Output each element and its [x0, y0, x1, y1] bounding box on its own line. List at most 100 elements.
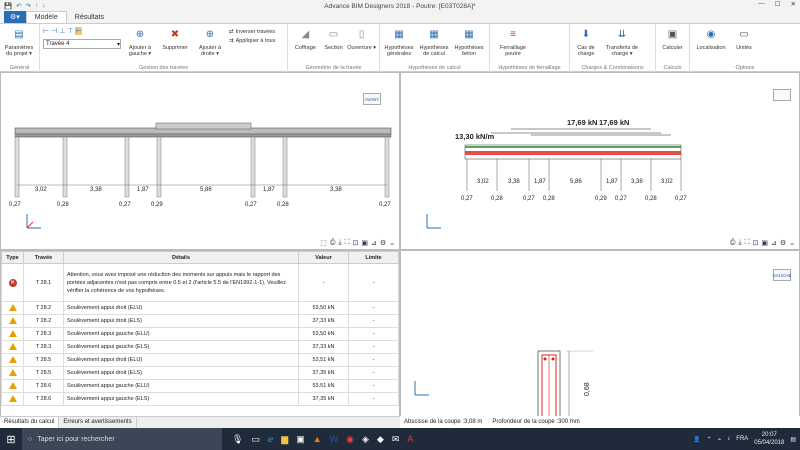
view-3d-pane[interactable]: AVANT 0,27 0,28 0,27 0,29 0,27 0,28 0,27 3,02 3…: [0, 72, 400, 250]
zoom-fit-icon[interactable]: ⛶: [345, 239, 350, 247]
col-header-limite[interactable]: Limite: [348, 251, 399, 264]
close-button[interactable]: ✕: [791, 0, 796, 8]
minimize-button[interactable]: —: [758, 0, 765, 8]
language-indicator[interactable]: FRA: [736, 436, 748, 442]
app-icon[interactable]: ◈: [362, 434, 369, 445]
network-icon[interactable]: ⌁: [718, 436, 722, 443]
view-mode-icon[interactable]: ▣: [761, 239, 768, 247]
support-column: [14, 136, 20, 198]
autodesk-icon[interactable]: A: [407, 434, 413, 445]
span-length-label: 1,87: [606, 179, 618, 185]
zoom-window-icon[interactable]: ⊡: [752, 239, 758, 247]
settings-icon[interactable]: ⚙: [380, 239, 386, 247]
people-icon[interactable]: 👤: [693, 436, 700, 443]
chevron-up-icon[interactable]: ⌃: [707, 436, 712, 443]
span-icon[interactable]: ⊢: [43, 27, 49, 35]
span-icon[interactable]: ⊢: [75, 27, 82, 35]
group-label: Hypothèses de ferraillage: [498, 65, 561, 71]
view-2d-pane[interactable]: 0,27 0,28 0,27 0,28 0,29 0,27 0,28 0,27 3,02 3,3…: [400, 72, 800, 250]
print-icon[interactable]: ⎙: [730, 239, 736, 247]
units-button[interactable]: ▭ Unités: [732, 27, 756, 52]
invert-spans-button[interactable]: ⇄ Inverser travées: [229, 29, 275, 35]
add-left-button[interactable]: ⊕ Ajouter à gauche ▾: [124, 27, 156, 58]
span-icon[interactable]: ⊤: [67, 27, 73, 35]
task-view-icon[interactable]: ▭: [251, 434, 260, 445]
taskbar-search[interactable]: ○ Taper ici pour rechercher: [22, 428, 222, 450]
general-hypotheses-button[interactable]: ▦ Hypothèses générales: [383, 27, 415, 58]
folder-icon[interactable]: ▆: [281, 434, 288, 445]
delete-button[interactable]: ✖ Supprimer: [159, 27, 191, 52]
mic-icon[interactable]: 🎙: [232, 434, 243, 445]
load-transfer-button[interactable]: ⇊ Transferts de charge ▾: [602, 27, 642, 58]
calculate-button[interactable]: ▣ Calculer: [659, 27, 686, 52]
print-icon[interactable]: ⎙: [330, 239, 336, 247]
calc-hypotheses-button[interactable]: ▦ Hypothèses de calcul: [418, 27, 450, 58]
section-button[interactable]: ▭ Section: [323, 27, 345, 52]
settings-icon[interactable]: ⚙: [780, 239, 786, 247]
opening-button[interactable]: ▯ Ouverture ▾: [347, 27, 376, 52]
col-header-travee[interactable]: Travée: [23, 251, 64, 264]
group-travees: ⊢ ⊣ ⊥ ⊤ ⊢ Travée 4 ▾ ⊕ Ajouter à gauche ▾ ✖ …: [40, 24, 288, 72]
add-right-button[interactable]: ⊕ Ajouter à droite ▾: [194, 27, 226, 58]
concrete-hypotheses-button[interactable]: ▦ Hypothèses béton: [453, 27, 485, 58]
structure-icon[interactable]: ⊿: [371, 239, 377, 247]
vlc-icon[interactable]: ▲: [313, 434, 322, 445]
col-header-details[interactable]: Détails: [63, 251, 299, 264]
store-icon[interactable]: ▣: [296, 434, 305, 445]
table-row[interactable]: T 28.6 Soulèvement appui gauche (ELU) 53,5…: [1, 379, 399, 393]
support-width-label: 0,27: [9, 202, 21, 208]
file-menu-button[interactable]: ⚙▾: [4, 11, 26, 23]
span-length-label: 3,02: [35, 187, 47, 193]
calc-hypotheses-label: Hypothèses de calcul: [419, 45, 449, 57]
chrome-icon[interactable]: ◉: [346, 434, 354, 445]
chevron-down-icon[interactable]: ⌄: [789, 239, 795, 247]
section-pane[interactable]: GAUCHE 0,68 ⎙ ⤓ ⛶ ⊡ ▣ ⚙: [400, 250, 800, 428]
table-row[interactable]: T 28.6 Soulèvement appui gauche (ELS) 37,3…: [1, 392, 399, 406]
app-icon[interactable]: ◆: [377, 434, 384, 445]
view-mode-icon[interactable]: ▣: [361, 239, 368, 247]
zoom-window-icon[interactable]: ⊡: [352, 239, 358, 247]
structure-icon[interactable]: ⊿: [771, 239, 777, 247]
table-row[interactable]: ✕ T 28.1 Attention, vous avez imposé une r…: [1, 263, 399, 302]
coffrage-button[interactable]: ◢ Coffrage: [291, 27, 320, 52]
windows-start-button[interactable]: ⊞: [0, 428, 22, 450]
cell-limite: -: [348, 366, 399, 380]
beam-reinforcement-label: Ferraillage poutre: [500, 45, 526, 57]
project-params-button[interactable]: ▤ Paramètres du projet ▾: [3, 27, 35, 58]
notifications-icon[interactable]: ▤: [790, 436, 796, 443]
beam-reinforcement-button[interactable]: ≡ Ferraillage poutre: [493, 27, 533, 58]
edge-icon[interactable]: ℯ: [268, 434, 273, 445]
word-icon[interactable]: W: [330, 434, 339, 445]
maximize-button[interactable]: ☐: [775, 0, 781, 8]
table-row[interactable]: T 28.5 Soulèvement appui droit (ELS) 37,35…: [1, 366, 399, 380]
table-row[interactable]: T 28.5 Soulèvement appui droit (ELU) 53,51…: [1, 353, 399, 367]
span-icon[interactable]: ⊥: [59, 27, 65, 35]
localisation-button[interactable]: ◉ Localisation: [693, 27, 729, 52]
export-icon[interactable]: ⤓: [738, 239, 741, 247]
tab-resultats[interactable]: Résultats: [67, 12, 112, 23]
table-row[interactable]: T 28.3 Soulèvement appui gauche (ELU) 53,5…: [1, 327, 399, 341]
col-header-type[interactable]: Type: [1, 251, 24, 264]
apply-all-button[interactable]: ⇉ Appliquer à tous: [229, 38, 275, 44]
table-row[interactable]: T 28.2 Soulèvement appui droit (ELS) 37,33…: [1, 314, 399, 328]
table-row[interactable]: T 28.2 Soulèvement appui droit (ELU) 53,50…: [1, 301, 399, 315]
table-row[interactable]: T 28.3 Soulèvement appui gauche (ELS) 37,3…: [1, 340, 399, 354]
select-icon[interactable]: ⬚: [320, 239, 327, 247]
mail-icon[interactable]: ✉: [392, 434, 400, 445]
volume-icon[interactable]: ♪: [727, 436, 730, 442]
results-body: ✕ T 28.1 Attention, vous avez imposé une r…: [1, 263, 399, 406]
clock[interactable]: 20:07 05/04/2018: [754, 431, 784, 447]
span-icon[interactable]: ⊣: [51, 27, 57, 35]
chevron-down-icon[interactable]: ⌄: [389, 239, 395, 247]
export-icon[interactable]: ⤓: [338, 239, 341, 247]
tab-modele[interactable]: Modèle: [25, 11, 67, 23]
title-bar: 💾 ↶ ↷ ↑ ↓ Advance BIM Designers 2018 - P…: [0, 0, 800, 12]
tab-errors-warnings[interactable]: Erreurs et avertissements: [59, 417, 137, 428]
zoom-fit-icon[interactable]: ⛶: [745, 239, 750, 247]
beam-3d-drawing: 0,27 0,28 0,27 0,29 0,27 0,28 0,27 3,02 3,38 1,8…: [9, 122, 391, 208]
group-hypotheses: ▦ Hypothèses générales ▦ Hypothèses de c…: [380, 24, 490, 72]
col-header-valeur[interactable]: Valeur: [298, 251, 349, 264]
travee-combo[interactable]: Travée 4 ▾: [43, 39, 121, 49]
load-cases-button[interactable]: ⬇ Cas de charge: [573, 27, 599, 58]
tab-results-calc[interactable]: Résultats du calcul: [0, 417, 60, 428]
